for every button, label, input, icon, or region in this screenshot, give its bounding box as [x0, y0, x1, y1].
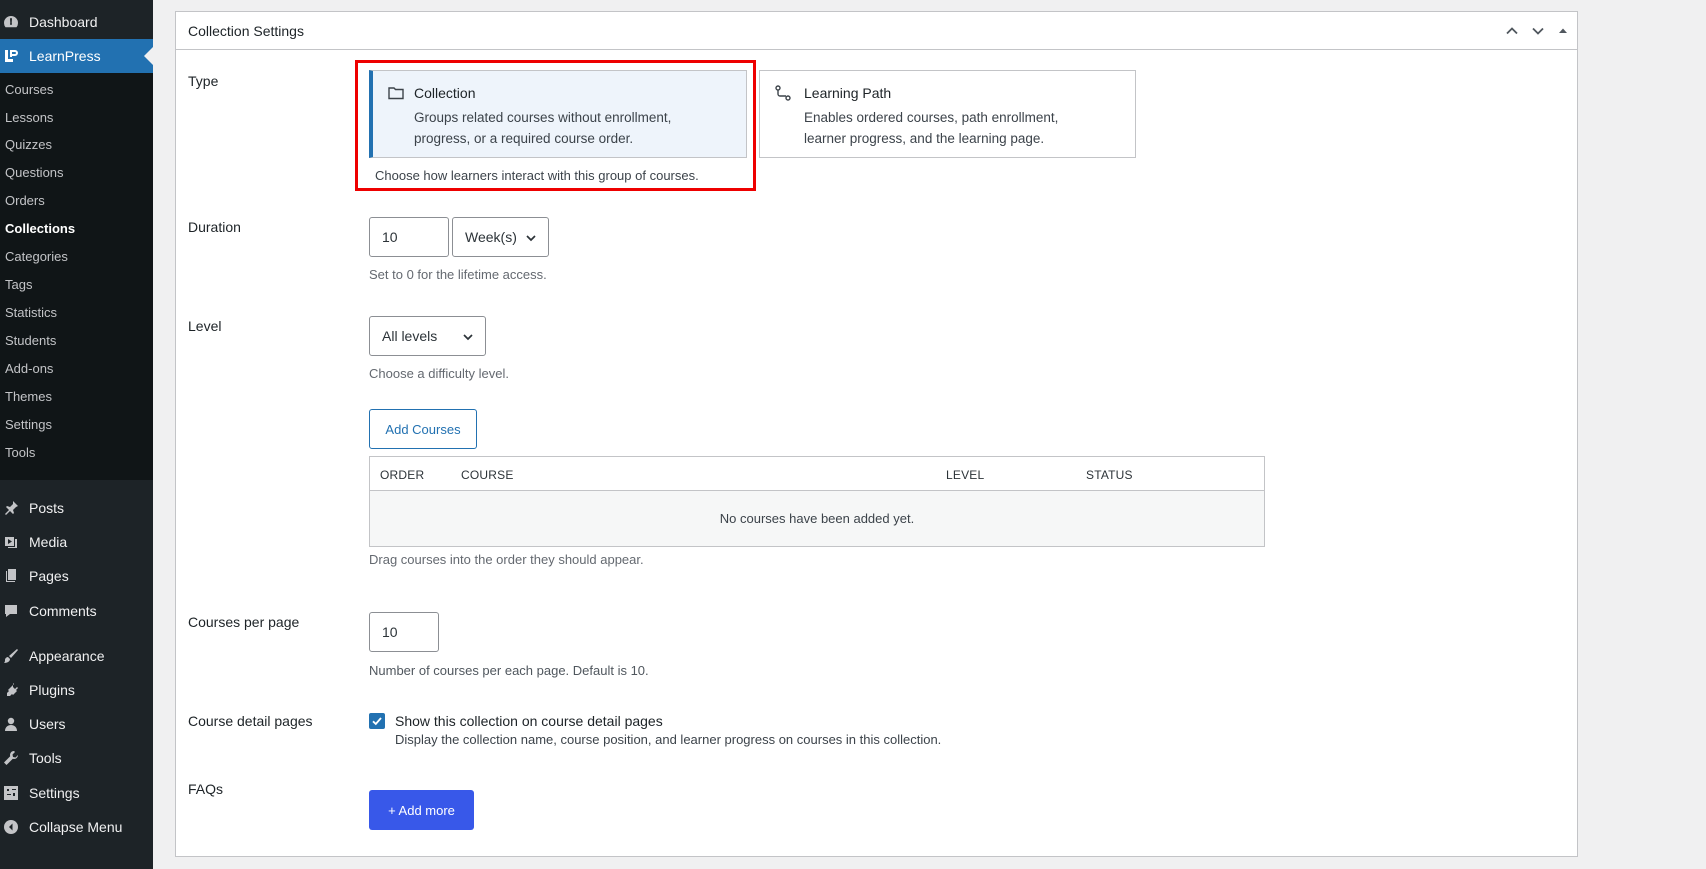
collapse-icon: [3, 819, 19, 835]
option-title: Learning Path: [804, 85, 892, 101]
submenu-quizzes[interactable]: Quizzes: [5, 137, 52, 152]
submenu-tools[interactable]: Tools: [5, 445, 35, 460]
add-more-faq-button[interactable]: + Add more: [369, 790, 474, 830]
submenu-themes[interactable]: Themes: [5, 389, 52, 404]
detail-pages-checkbox-label[interactable]: Show this collection on course detail pa…: [395, 713, 663, 729]
menu-collapse[interactable]: Collapse Menu: [0, 810, 153, 844]
menu-label: Tools: [29, 750, 62, 766]
menu-posts[interactable]: Posts: [0, 491, 153, 525]
toggle-panel-icon[interactable]: [1554, 22, 1572, 40]
select-value: All levels: [382, 328, 438, 344]
submenu-addons[interactable]: Add-ons: [5, 361, 53, 376]
menu-label: Collapse Menu: [29, 819, 123, 835]
settings-icon: [3, 785, 19, 801]
courses-help: Drag courses into the order they should …: [369, 552, 644, 567]
level-select[interactable]: All levels: [369, 316, 486, 356]
duration-label: Duration: [188, 219, 241, 235]
type-help: Choose how learners interact with this g…: [375, 168, 699, 183]
faqs-label: FAQs: [188, 781, 224, 797]
dashboard-icon: [3, 14, 19, 30]
panel-header: Collection Settings: [176, 12, 1577, 50]
menu-comments[interactable]: Comments: [0, 594, 153, 628]
submenu-collections[interactable]: Collections: [5, 221, 75, 236]
move-down-icon[interactable]: [1529, 22, 1547, 40]
option-title: Collection: [414, 85, 476, 101]
per-page-input[interactable]: 10: [369, 612, 439, 652]
pin-icon: [3, 500, 19, 516]
per-page-help: Number of courses per each page. Default…: [369, 663, 649, 678]
courses-table: ORDER COURSE LEVEL STATUS No courses hav…: [369, 456, 1265, 547]
submenu-courses[interactable]: Courses: [5, 82, 53, 97]
learnpress-icon: [3, 48, 19, 64]
menu-users[interactable]: Users: [0, 707, 153, 741]
type-option-learning-path[interactable]: Learning Path Enables ordered courses, p…: [759, 70, 1136, 158]
detail-pages-label: Course detail pages: [188, 713, 313, 729]
duration-input[interactable]: 10: [369, 217, 449, 257]
menu-label: Comments: [29, 603, 97, 619]
menu-tools[interactable]: Tools: [0, 741, 153, 775]
menu-appearance[interactable]: Appearance: [0, 639, 153, 673]
menu-label: Users: [29, 716, 66, 732]
submenu-tags[interactable]: Tags: [5, 277, 32, 292]
menu-label: Posts: [29, 500, 65, 516]
media-icon: [3, 534, 19, 550]
level-help: Choose a difficulty level.: [369, 366, 509, 381]
move-up-icon[interactable]: [1503, 22, 1521, 40]
comment-icon: [3, 603, 19, 619]
duration-unit-select[interactable]: Week(s): [452, 217, 549, 257]
menu-label: Settings: [29, 785, 80, 801]
submenu-lessons[interactable]: Lessons: [5, 110, 53, 125]
menu-learnpress[interactable]: LearnPress: [0, 39, 153, 73]
empty-message: No courses have been added yet.: [719, 511, 915, 526]
chevron-down-icon: [461, 330, 475, 344]
option-desc: Enables ordered courses, path enrollment…: [804, 110, 1059, 146]
menu-plugins[interactable]: Plugins: [0, 673, 153, 707]
user-icon: [3, 716, 19, 732]
column-status: STATUS: [1086, 468, 1133, 482]
submenu-settings[interactable]: Settings: [5, 417, 52, 432]
menu-media[interactable]: Media: [0, 525, 153, 559]
plug-icon: [3, 682, 19, 698]
menu-pages[interactable]: Pages: [0, 559, 153, 593]
menu-settings[interactable]: Settings: [0, 776, 153, 810]
per-page-label: Courses per page: [188, 614, 300, 630]
menu-label: Media: [29, 534, 68, 550]
submenu-students[interactable]: Students: [5, 333, 56, 348]
detail-pages-help: Display the collection name, course posi…: [395, 732, 942, 747]
collection-settings-panel: Collection Settings Type Collection Grou…: [175, 11, 1578, 857]
column-level: LEVEL: [946, 468, 985, 482]
submenu-orders[interactable]: Orders: [5, 193, 45, 208]
menu-label: Appearance: [29, 648, 105, 664]
menu-label: Dashboard: [29, 14, 98, 30]
submenu-questions[interactable]: Questions: [5, 165, 64, 180]
folder-icon: [387, 84, 405, 102]
submenu-categories[interactable]: Categories: [5, 249, 68, 264]
path-icon: [774, 84, 792, 102]
pages-icon: [3, 568, 19, 584]
wrench-icon: [3, 750, 19, 766]
add-courses-button[interactable]: Add Courses: [369, 409, 477, 449]
level-label: Level: [188, 318, 222, 334]
chevron-down-icon: [524, 231, 538, 245]
column-order: ORDER: [380, 468, 425, 482]
submenu-statistics[interactable]: Statistics: [5, 305, 57, 320]
duration-help: Set to 0 for the lifetime access.: [369, 267, 547, 282]
brush-icon: [3, 648, 19, 664]
learnpress-submenu: Courses Lessons Quizzes Questions Orders…: [0, 73, 153, 480]
type-label: Type: [188, 73, 219, 89]
table-body: No courses have been added yet.: [370, 491, 1264, 546]
panel-title: Collection Settings: [188, 23, 304, 39]
detail-pages-checkbox[interactable]: [369, 713, 385, 729]
menu-label: LearnPress: [29, 48, 101, 64]
menu-label: Pages: [29, 568, 69, 584]
column-course: COURSE: [461, 468, 514, 482]
select-value: Week(s): [465, 229, 517, 245]
admin-sidebar: Dashboard LearnPress Courses Lessons Qui…: [0, 0, 153, 869]
option-desc: Groups related courses without enrollmen…: [414, 110, 672, 146]
type-option-collection[interactable]: Collection Groups related courses withou…: [369, 70, 747, 158]
table-header: ORDER COURSE LEVEL STATUS: [370, 457, 1264, 491]
menu-dashboard[interactable]: Dashboard: [0, 5, 153, 39]
menu-label: Plugins: [29, 682, 75, 698]
